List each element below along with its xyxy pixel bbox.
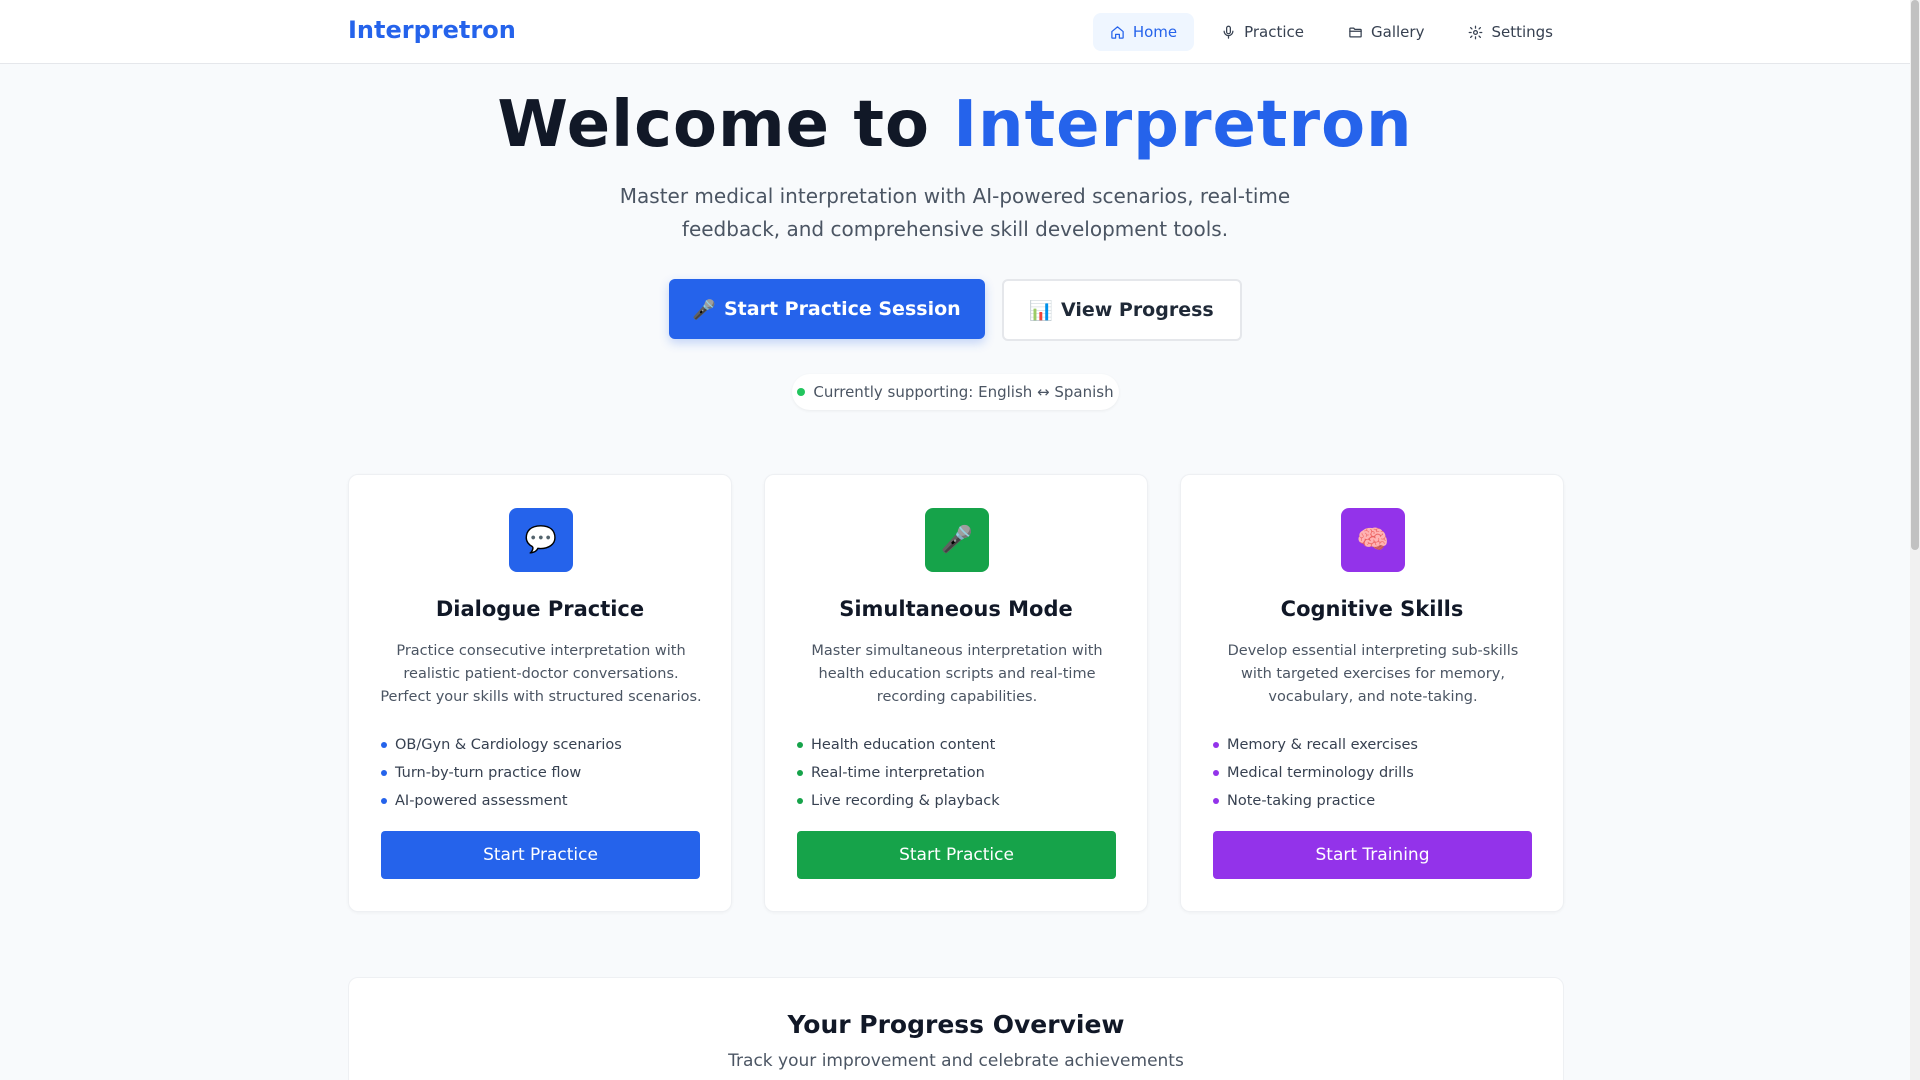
feature-text: OB/Gyn & Cardiology scenarios <box>395 737 622 753</box>
support-text: Currently supporting: English ↔ Spanish <box>813 383 1114 401</box>
list-item: Live recording & playback <box>797 787 1000 815</box>
bullet-icon <box>381 770 387 776</box>
hero-title-accent: Interpretron <box>953 88 1413 162</box>
hero-subtitle: Master medical interpretation with AI-po… <box>619 184 1291 241</box>
card-description: Practice consecutive interpretation with… <box>380 643 702 705</box>
list-item: Turn-by-turn practice flow <box>381 759 622 787</box>
hero-title-prefix: Welcome to <box>497 88 954 162</box>
list-item: Real-time interpretation <box>797 759 1000 787</box>
bullet-icon <box>381 798 387 804</box>
feature-text: Memory & recall exercises <box>1227 737 1418 753</box>
page: Interpretron Home Practice Gallery Setti… <box>0 0 1920 1080</box>
feature-text: Note-taking practice <box>1227 793 1376 809</box>
start-training-button[interactable]: Start Training <box>1213 831 1532 879</box>
nav-item-gallery[interactable]: Gallery <box>1331 13 1441 51</box>
status-dot-icon <box>797 388 806 396</box>
bar-chart-icon: 📊 <box>1029 299 1053 322</box>
feature-text: AI-powered assessment <box>395 793 568 809</box>
progress-subtitle: Track your improvement and celebrate ach… <box>728 1051 1184 1071</box>
card-title: Dialogue Practice <box>435 597 645 621</box>
top-navbar: Interpretron Home Practice Gallery Setti… <box>0 0 1910 64</box>
list-item: OB/Gyn & Cardiology scenarios <box>381 731 622 759</box>
bullet-icon <box>797 798 803 804</box>
nav-label: Settings <box>1491 23 1553 41</box>
card-title: Cognitive Skills <box>1280 597 1464 621</box>
feature-list: Health education content Real-time inter… <box>797 731 1000 815</box>
feature-text: Medical terminology drills <box>1227 765 1414 781</box>
card-title: Simultaneous Mode <box>839 597 1073 621</box>
bullet-icon <box>381 742 387 748</box>
feature-text: Health education content <box>811 737 996 753</box>
card-description: Develop essential interpreting sub-skill… <box>1227 643 1519 705</box>
card-simultaneous-mode: 🎤 Simultaneous Mode Master simultaneous … <box>764 474 1148 912</box>
gear-icon <box>1469 25 1483 39</box>
microphone-icon: 🎤 <box>692 298 716 321</box>
progress-title: Your Progress Overview <box>787 1010 1125 1039</box>
nav-item-practice[interactable]: Practice <box>1204 13 1321 51</box>
microphone-icon <box>1223 25 1234 39</box>
folder-icon <box>1349 27 1362 37</box>
list-item: Health education content <box>797 731 1000 759</box>
cta-row: 🎤 Start Practice Session 📊 View Progress <box>0 279 1910 341</box>
nav-item-settings[interactable]: Settings <box>1451 13 1570 51</box>
page-scrollbar[interactable] <box>1910 0 1920 1080</box>
speech-bubble-icon: 💬 <box>509 508 573 572</box>
list-item: Note-taking practice <box>1213 787 1418 815</box>
card-dialogue-practice: 💬 Dialogue Practice Practice consecutive… <box>348 474 732 912</box>
start-dialogue-practice-button[interactable]: Start Practice <box>381 831 700 879</box>
card-description: Master simultaneous interpretation with … <box>811 643 1103 705</box>
home-icon <box>1111 25 1124 39</box>
scrollbar-thumb[interactable] <box>1911 0 1919 550</box>
language-support-badge: Currently supporting: English ↔ Spanish <box>792 374 1119 410</box>
bullet-icon <box>1213 770 1219 776</box>
list-item: Medical terminology drills <box>1213 759 1418 787</box>
feature-text: Real-time interpretation <box>811 765 985 781</box>
nav-label: Practice <box>1244 23 1305 41</box>
progress-overview-panel: Your Progress Overview Track your improv… <box>348 977 1564 1080</box>
list-item: AI-powered assessment <box>381 787 622 815</box>
nav-item-home[interactable]: Home <box>1092 13 1195 51</box>
brand-logo[interactable]: Interpretron <box>348 16 516 44</box>
button-label: Start Practice Session <box>723 298 961 320</box>
hero-title: Welcome to Interpretron <box>0 88 1910 162</box>
view-progress-button[interactable]: 📊 View Progress <box>1001 279 1242 341</box>
main-nav: Home Practice Gallery Settings <box>1092 13 1570 51</box>
list-item: Memory & recall exercises <box>1213 731 1418 759</box>
bullet-icon <box>797 770 803 776</box>
button-label: View Progress <box>1060 299 1214 321</box>
feature-text: Live recording & playback <box>811 793 1000 809</box>
start-simultaneous-practice-button[interactable]: Start Practice <box>797 831 1116 879</box>
bullet-icon <box>1213 742 1219 748</box>
feature-list: OB/Gyn & Cardiology scenarios Turn-by-tu… <box>381 731 622 815</box>
bullet-icon <box>797 742 803 748</box>
nav-label: Gallery <box>1371 23 1425 41</box>
brain-icon: 🧠 <box>1341 508 1405 572</box>
bullet-icon <box>1213 798 1219 804</box>
feature-list: Memory & recall exercises Medical termin… <box>1213 731 1418 815</box>
start-practice-session-button[interactable]: 🎤 Start Practice Session <box>668 279 985 339</box>
feature-text: Turn-by-turn practice flow <box>395 765 582 781</box>
nav-label: Home <box>1132 23 1178 41</box>
microphone-icon: 🎤 <box>925 508 989 572</box>
card-cognitive-skills: 🧠 Cognitive Skills Develop essential int… <box>1180 474 1564 912</box>
